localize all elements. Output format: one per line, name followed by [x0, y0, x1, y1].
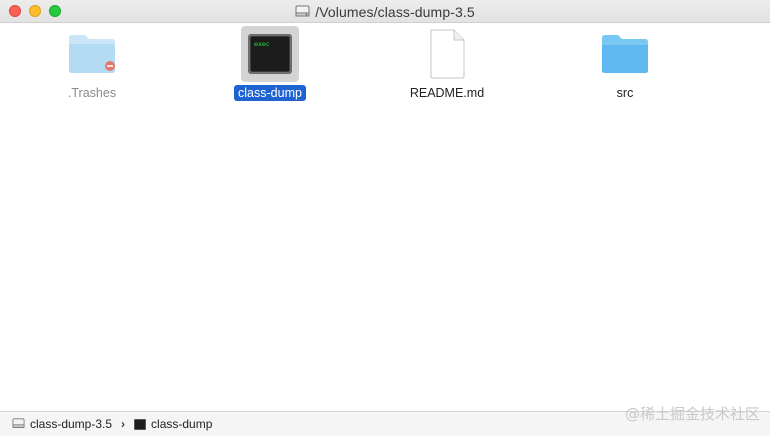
folder-hidden-icon [69, 35, 115, 73]
path-segment-volume[interactable]: class-dump-3.5 [30, 417, 112, 431]
window-title-group: /Volumes/class-dump-3.5 [0, 3, 770, 21]
finder-window: /Volumes/class-dump-3.5 .Trashes exec cl… [0, 0, 770, 436]
chevron-right-icon: › [121, 417, 126, 431]
file-name-label: class-dump [234, 85, 306, 101]
file-item-src[interactable]: src [570, 26, 680, 101]
file-name-label: README.md [409, 86, 485, 100]
disk-icon [295, 5, 310, 17]
path-segment-file[interactable]: class-dump [151, 417, 212, 431]
title-bar[interactable]: /Volumes/class-dump-3.5 [0, 0, 770, 23]
document-icon [430, 29, 465, 79]
window-title: /Volumes/class-dump-3.5 [315, 4, 475, 20]
folder-icon [602, 35, 648, 73]
exec-text: exec [254, 40, 270, 48]
file-item-trashes-icon-wrap [63, 26, 121, 82]
disk-icon [12, 418, 25, 428]
file-item-class-dump[interactable]: exec class-dump [215, 26, 325, 101]
file-item-class-dump-icon-wrap: exec [241, 26, 299, 82]
watermark: @稀土掘金技术社区 [624, 405, 760, 423]
file-icon-view[interactable]: .Trashes exec class-dump README.md src [0, 24, 770, 410]
file-item-trashes[interactable]: .Trashes [37, 26, 147, 101]
file-item-readme[interactable]: README.md [392, 26, 502, 101]
executable-icon: exec [248, 34, 292, 74]
executable-icon [134, 418, 147, 430]
file-item-src-icon-wrap [596, 26, 654, 82]
file-name-label: src [616, 86, 634, 100]
file-item-readme-icon-wrap [418, 26, 476, 82]
file-name-label: .Trashes [67, 86, 117, 100]
